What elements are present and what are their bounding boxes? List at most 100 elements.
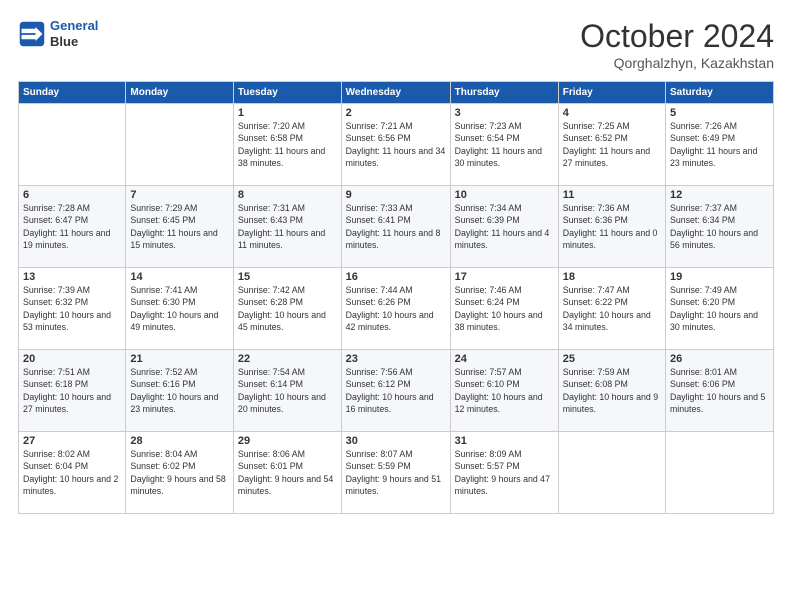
day-number: 23 [346, 353, 446, 365]
day-number: 8 [238, 189, 337, 201]
calendar-cell: 6Sunrise: 7:28 AMSunset: 6:47 PMDaylight… [19, 186, 126, 268]
day-info: Sunrise: 7:56 AMSunset: 6:12 PMDaylight:… [346, 366, 446, 415]
calendar-cell: 5Sunrise: 7:26 AMSunset: 6:49 PMDaylight… [665, 104, 773, 186]
day-info: Sunrise: 7:49 AMSunset: 6:20 PMDaylight:… [670, 284, 769, 333]
calendar-week-row: 27Sunrise: 8:02 AMSunset: 6:04 PMDayligh… [19, 432, 774, 514]
day-number: 31 [455, 435, 554, 447]
day-info: Sunrise: 7:33 AMSunset: 6:41 PMDaylight:… [346, 202, 446, 251]
day-info: Sunrise: 7:23 AMSunset: 6:54 PMDaylight:… [455, 120, 554, 169]
day-number: 10 [455, 189, 554, 201]
calendar-cell: 17Sunrise: 7:46 AMSunset: 6:24 PMDayligh… [450, 268, 558, 350]
calendar-cell: 16Sunrise: 7:44 AMSunset: 6:26 PMDayligh… [341, 268, 450, 350]
logo-text: General Blue [50, 18, 98, 49]
day-info: Sunrise: 7:26 AMSunset: 6:49 PMDaylight:… [670, 120, 769, 169]
day-number: 9 [346, 189, 446, 201]
location: Qorghalzhyn, Kazakhstan [580, 55, 774, 71]
logo-general: General [50, 18, 98, 33]
calendar-cell: 23Sunrise: 7:56 AMSunset: 6:12 PMDayligh… [341, 350, 450, 432]
calendar-table: SundayMondayTuesdayWednesdayThursdayFrid… [18, 81, 774, 514]
day-info: Sunrise: 7:51 AMSunset: 6:18 PMDaylight:… [23, 366, 121, 415]
calendar-cell: 26Sunrise: 8:01 AMSunset: 6:06 PMDayligh… [665, 350, 773, 432]
calendar-cell: 29Sunrise: 8:06 AMSunset: 6:01 PMDayligh… [233, 432, 341, 514]
day-number: 28 [130, 435, 229, 447]
calendar-cell: 25Sunrise: 7:59 AMSunset: 6:08 PMDayligh… [558, 350, 665, 432]
calendar-week-row: 20Sunrise: 7:51 AMSunset: 6:18 PMDayligh… [19, 350, 774, 432]
weekday-header: Sunday [19, 82, 126, 104]
day-info: Sunrise: 7:47 AMSunset: 6:22 PMDaylight:… [563, 284, 661, 333]
day-info: Sunrise: 7:20 AMSunset: 6:58 PMDaylight:… [238, 120, 337, 169]
weekday-header: Thursday [450, 82, 558, 104]
calendar-cell: 24Sunrise: 7:57 AMSunset: 6:10 PMDayligh… [450, 350, 558, 432]
weekday-header: Saturday [665, 82, 773, 104]
day-number: 7 [130, 189, 229, 201]
day-number: 21 [130, 353, 229, 365]
calendar-cell: 19Sunrise: 7:49 AMSunset: 6:20 PMDayligh… [665, 268, 773, 350]
day-number: 16 [346, 271, 446, 283]
day-info: Sunrise: 7:41 AMSunset: 6:30 PMDaylight:… [130, 284, 229, 333]
day-info: Sunrise: 7:25 AMSunset: 6:52 PMDaylight:… [563, 120, 661, 169]
weekday-header: Tuesday [233, 82, 341, 104]
calendar-cell: 12Sunrise: 7:37 AMSunset: 6:34 PMDayligh… [665, 186, 773, 268]
day-number: 12 [670, 189, 769, 201]
day-number: 3 [455, 107, 554, 119]
day-number: 18 [563, 271, 661, 283]
day-number: 25 [563, 353, 661, 365]
month-title: October 2024 [580, 18, 774, 55]
calendar-cell: 28Sunrise: 8:04 AMSunset: 6:02 PMDayligh… [126, 432, 234, 514]
weekday-header: Friday [558, 82, 665, 104]
day-info: Sunrise: 7:31 AMSunset: 6:43 PMDaylight:… [238, 202, 337, 251]
day-number: 27 [23, 435, 121, 447]
calendar-week-row: 1Sunrise: 7:20 AMSunset: 6:58 PMDaylight… [19, 104, 774, 186]
calendar-cell: 31Sunrise: 8:09 AMSunset: 5:57 PMDayligh… [450, 432, 558, 514]
day-info: Sunrise: 8:09 AMSunset: 5:57 PMDaylight:… [455, 448, 554, 497]
weekday-header: Wednesday [341, 82, 450, 104]
day-number: 14 [130, 271, 229, 283]
day-number: 11 [563, 189, 661, 201]
calendar-cell: 27Sunrise: 8:02 AMSunset: 6:04 PMDayligh… [19, 432, 126, 514]
day-info: Sunrise: 7:42 AMSunset: 6:28 PMDaylight:… [238, 284, 337, 333]
calendar-cell [126, 104, 234, 186]
page: General Blue October 2024 Qorghalzhyn, K… [0, 0, 792, 612]
calendar-header-row: SundayMondayTuesdayWednesdayThursdayFrid… [19, 82, 774, 104]
weekday-header: Monday [126, 82, 234, 104]
calendar-week-row: 6Sunrise: 7:28 AMSunset: 6:47 PMDaylight… [19, 186, 774, 268]
calendar-cell: 21Sunrise: 7:52 AMSunset: 6:16 PMDayligh… [126, 350, 234, 432]
logo-icon [18, 20, 46, 48]
day-info: Sunrise: 7:59 AMSunset: 6:08 PMDaylight:… [563, 366, 661, 415]
calendar-cell: 18Sunrise: 7:47 AMSunset: 6:22 PMDayligh… [558, 268, 665, 350]
day-number: 17 [455, 271, 554, 283]
day-info: Sunrise: 7:57 AMSunset: 6:10 PMDaylight:… [455, 366, 554, 415]
day-info: Sunrise: 7:28 AMSunset: 6:47 PMDaylight:… [23, 202, 121, 251]
calendar-cell [665, 432, 773, 514]
calendar-cell: 8Sunrise: 7:31 AMSunset: 6:43 PMDaylight… [233, 186, 341, 268]
calendar-cell: 14Sunrise: 7:41 AMSunset: 6:30 PMDayligh… [126, 268, 234, 350]
calendar-cell: 2Sunrise: 7:21 AMSunset: 6:56 PMDaylight… [341, 104, 450, 186]
calendar-cell: 3Sunrise: 7:23 AMSunset: 6:54 PMDaylight… [450, 104, 558, 186]
logo: General Blue [18, 18, 98, 49]
day-info: Sunrise: 8:07 AMSunset: 5:59 PMDaylight:… [346, 448, 446, 497]
day-number: 13 [23, 271, 121, 283]
day-number: 20 [23, 353, 121, 365]
calendar-cell: 13Sunrise: 7:39 AMSunset: 6:32 PMDayligh… [19, 268, 126, 350]
day-number: 22 [238, 353, 337, 365]
day-number: 19 [670, 271, 769, 283]
calendar-cell: 15Sunrise: 7:42 AMSunset: 6:28 PMDayligh… [233, 268, 341, 350]
calendar-cell: 11Sunrise: 7:36 AMSunset: 6:36 PMDayligh… [558, 186, 665, 268]
day-number: 15 [238, 271, 337, 283]
calendar-cell: 4Sunrise: 7:25 AMSunset: 6:52 PMDaylight… [558, 104, 665, 186]
calendar-cell: 1Sunrise: 7:20 AMSunset: 6:58 PMDaylight… [233, 104, 341, 186]
calendar-week-row: 13Sunrise: 7:39 AMSunset: 6:32 PMDayligh… [19, 268, 774, 350]
day-info: Sunrise: 7:52 AMSunset: 6:16 PMDaylight:… [130, 366, 229, 415]
day-info: Sunrise: 7:34 AMSunset: 6:39 PMDaylight:… [455, 202, 554, 251]
day-info: Sunrise: 8:06 AMSunset: 6:01 PMDaylight:… [238, 448, 337, 497]
day-number: 30 [346, 435, 446, 447]
day-number: 4 [563, 107, 661, 119]
day-number: 29 [238, 435, 337, 447]
calendar-cell: 7Sunrise: 7:29 AMSunset: 6:45 PMDaylight… [126, 186, 234, 268]
day-info: Sunrise: 8:04 AMSunset: 6:02 PMDaylight:… [130, 448, 229, 497]
day-info: Sunrise: 7:21 AMSunset: 6:56 PMDaylight:… [346, 120, 446, 169]
day-number: 24 [455, 353, 554, 365]
day-info: Sunrise: 7:39 AMSunset: 6:32 PMDaylight:… [23, 284, 121, 333]
header: General Blue October 2024 Qorghalzhyn, K… [18, 18, 774, 71]
day-info: Sunrise: 7:37 AMSunset: 6:34 PMDaylight:… [670, 202, 769, 251]
